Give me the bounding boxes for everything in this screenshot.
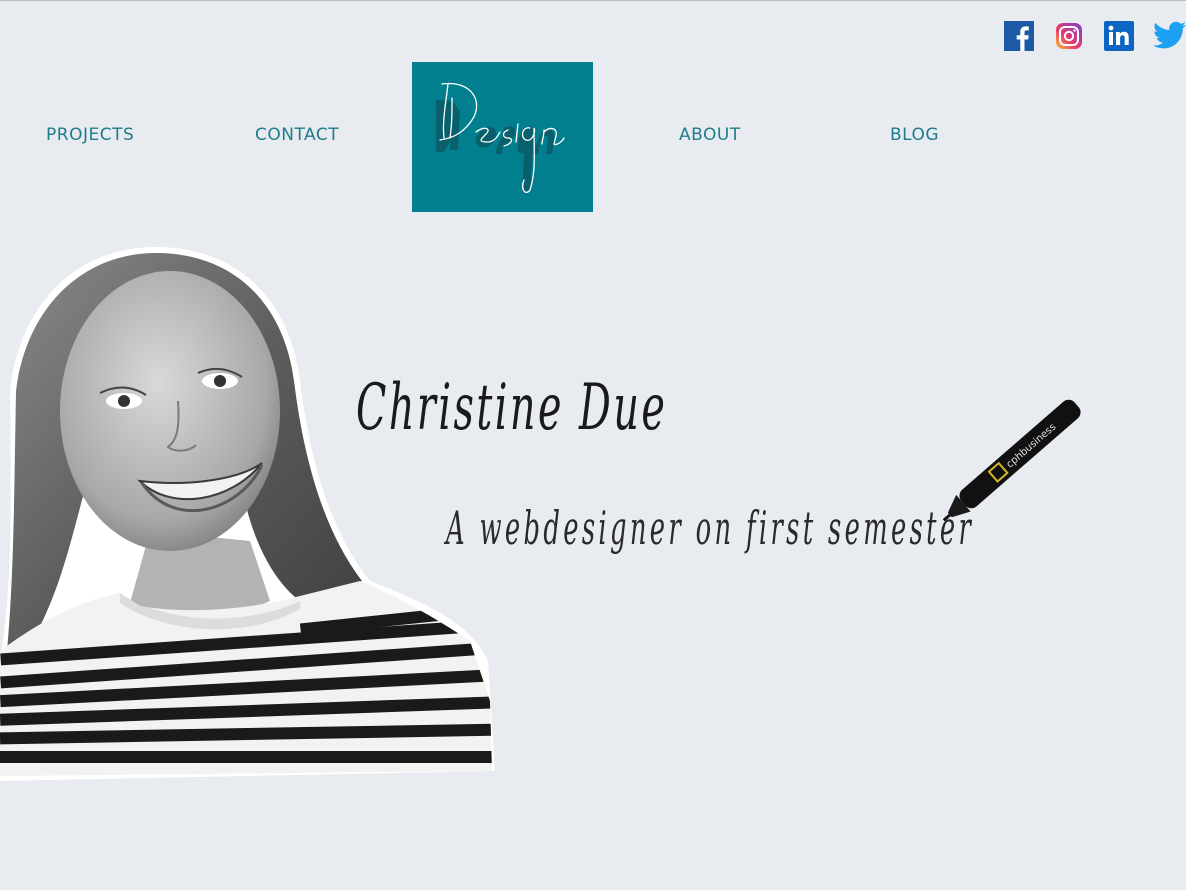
twitter-link[interactable] — [1153, 21, 1186, 53]
logo-mark — [436, 82, 565, 194]
instagram-link[interactable] — [1054, 21, 1084, 53]
hero-name: Christine Due — [356, 371, 668, 445]
nav-contact[interactable]: CONTACT — [255, 125, 339, 145]
nav-about[interactable]: ABOUT — [679, 125, 741, 145]
hero-tagline: A webdesigner on first semester — [446, 501, 975, 555]
nav-blog[interactable]: BLOG — [890, 125, 939, 145]
linkedin-link[interactable] — [1104, 21, 1134, 53]
portrait-photo — [0, 246, 495, 782]
instagram-icon — [1056, 23, 1082, 49]
linkedin-icon — [1104, 21, 1134, 51]
facebook-link[interactable] — [1004, 21, 1034, 53]
logo-home-link[interactable] — [412, 62, 593, 212]
pen-illustration: cphbusiness — [942, 399, 1081, 522]
nav-projects[interactable]: PROJECTS — [46, 125, 134, 145]
facebook-icon — [1004, 21, 1034, 51]
twitter-icon — [1153, 21, 1186, 49]
